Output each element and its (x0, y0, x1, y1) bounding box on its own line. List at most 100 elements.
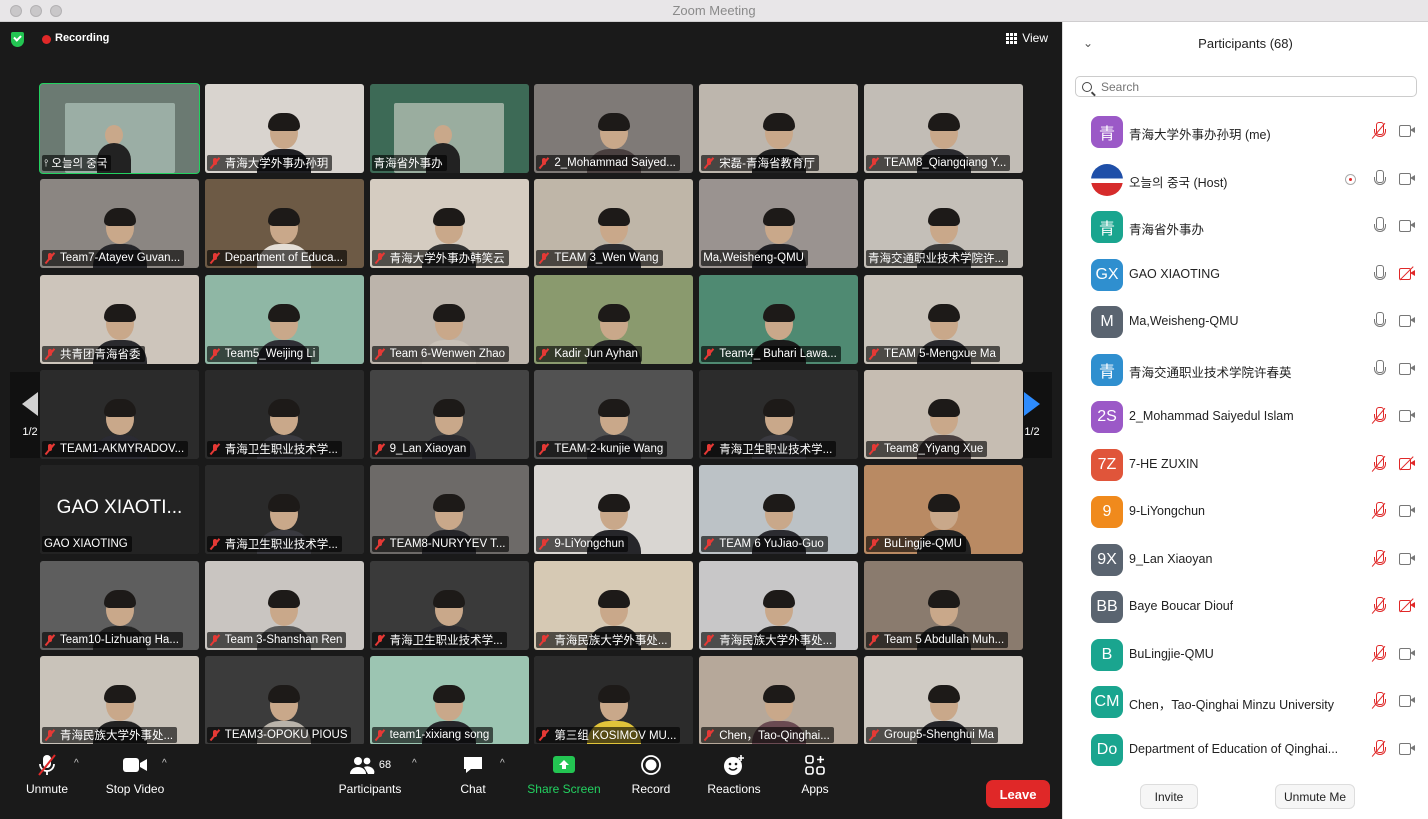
chat-button[interactable]: Chat (452, 754, 494, 796)
unmute-me-button[interactable]: Unmute Me (1275, 784, 1355, 809)
mic-icon[interactable] (1373, 312, 1386, 330)
apps-button[interactable]: Apps (798, 754, 832, 796)
participant-row[interactable]: CM Chen，Tao-Qinghai Minzu University (1063, 678, 1428, 726)
mic-icon[interactable] (1373, 264, 1386, 283)
participant-row[interactable]: Do Department of Education of Qinghai... (1063, 726, 1428, 774)
video-tile[interactable]: TEAM8-NURYYEV T... (369, 465, 529, 555)
participant-row[interactable]: 青青海省外事办 (1063, 203, 1428, 251)
participant-row[interactable]: 青青海大学外事办孙玥 (me) (1063, 108, 1428, 156)
video-tile[interactable]: Kadir Jun Ayhan (534, 274, 694, 364)
video-off-icon[interactable] (1399, 455, 1415, 471)
video-off-icon[interactable] (1399, 265, 1415, 281)
participant-search-input[interactable] (1101, 79, 1401, 94)
mic-muted-icon[interactable] (1371, 739, 1386, 758)
video-tile[interactable]: 共青团青海省委 (40, 274, 199, 364)
mic-muted-icon[interactable] (1371, 502, 1386, 520)
security-shield-icon[interactable] (11, 32, 24, 47)
video-tile[interactable]: 青海卫生职业技术学... (699, 369, 859, 459)
video-camera-icon[interactable] (1399, 505, 1415, 517)
mic-muted-icon[interactable] (1371, 597, 1386, 615)
invite-button[interactable]: Invite (1140, 784, 1198, 809)
video-tile[interactable]: Department of Educa... (204, 179, 364, 269)
mic-muted-icon[interactable] (1371, 692, 1386, 710)
video-tile[interactable]: 青海交通职业技术学院许... (864, 179, 1023, 269)
video-tile[interactable]: GAO XIAOTI... GAO XIAOTING (40, 465, 199, 555)
participant-row[interactable]: 9 9-LiYongchun (1063, 488, 1428, 536)
video-tile[interactable]: 9_Lan Xiaoyan (369, 369, 529, 459)
video-off-icon[interactable] (1399, 598, 1415, 613)
video-camera-icon[interactable] (1399, 220, 1415, 232)
participant-search-box[interactable] (1075, 76, 1417, 97)
video-tile[interactable]: TEAM 5-Mengxue Ma (864, 274, 1023, 364)
participant-row[interactable]: B BuLingjie-QMU (1063, 631, 1428, 679)
unmute-button[interactable]: Unmute (22, 754, 72, 796)
mic-muted-icon[interactable] (1371, 122, 1386, 140)
video-tile[interactable]: Group5-Shenghui Ma (864, 655, 1023, 745)
video-tile[interactable]: TEAM3-OPOKU PIOUS (204, 655, 364, 745)
video-camera-icon[interactable] (1399, 362, 1415, 375)
video-camera-icon[interactable] (1399, 172, 1415, 185)
view-button[interactable]: View (1006, 31, 1048, 45)
video-tile[interactable]: 青海大学外事办孙玥 (204, 84, 364, 173)
video-tile[interactable]: Chen，Tao-Qinghai... (699, 655, 859, 745)
stop-video-button[interactable]: Stop Video (102, 754, 168, 796)
video-camera-icon[interactable] (1399, 410, 1415, 422)
video-camera-icon[interactable] (1399, 695, 1415, 707)
video-tile[interactable]: TEAM8_Qiangqiang Y... (864, 84, 1023, 173)
participant-row[interactable]: GX GAO XIAOTING (1063, 251, 1428, 299)
video-tile[interactable]: Team10-Lizhuang Ha... (40, 560, 199, 650)
video-tile[interactable]: Team5_Weijing Li (204, 274, 364, 364)
participant-row[interactable]: 오늘의 중국 (Host) (1063, 156, 1428, 204)
participants-button[interactable]: 68 Participants (332, 754, 408, 796)
video-tile[interactable]: TEAM1-AKMYRADOV... (40, 369, 199, 459)
video-tile[interactable]: 宋磊-青海省教育厅 (699, 84, 859, 173)
video-tile[interactable]: Team 5 Abdullah Muh... (864, 560, 1023, 650)
video-tile[interactable]: 2_Mohammad Saiyed... (534, 84, 694, 173)
participant-row[interactable]: M Ma,Weisheng-QMU (1063, 298, 1428, 346)
participant-row[interactable]: BB Baye Boucar Diouf (1063, 583, 1428, 631)
video-tile[interactable]: TEAM-2-kunjie Wang (534, 369, 694, 459)
video-camera-icon[interactable] (1399, 647, 1415, 660)
video-tile[interactable]: 青海卫生职业技术学... (204, 465, 364, 555)
mic-muted-icon[interactable] (1371, 549, 1386, 568)
chat-options-chevron-icon[interactable]: ^ (500, 758, 505, 769)
participant-row[interactable]: 9X 9_Lan Xiaoyan (1063, 536, 1428, 584)
video-tile[interactable]: 青海大学外事办韩笑云 (369, 179, 529, 269)
video-tile[interactable]: 青海民族大学外事处... (40, 655, 199, 745)
mic-icon[interactable] (1373, 169, 1386, 188)
participant-row[interactable]: 2S 2_Mohammad Saiyedul Islam (1063, 393, 1428, 441)
video-tile[interactable]: Ma,Weisheng-QMU (699, 179, 859, 269)
video-tile[interactable]: BuLingjie-QMU (864, 465, 1023, 555)
video-tile[interactable]: team1-xixiang song (369, 655, 529, 745)
video-camera-icon[interactable] (1399, 552, 1415, 565)
participants-options-chevron-icon[interactable]: ^ (412, 758, 417, 769)
video-tile[interactable]: 9-LiYongchun (534, 465, 694, 555)
video-tile[interactable]: 青海省外事办 (369, 84, 529, 173)
reactions-button[interactable]: Reactions (704, 754, 764, 796)
video-camera-icon[interactable] (1399, 315, 1415, 327)
mic-icon[interactable] (1373, 217, 1386, 235)
participant-row[interactable]: 7Z 7-HE ZUXIN (1063, 441, 1428, 489)
video-tile[interactable]: TEAM 6 YuJiao-Guo (699, 465, 859, 555)
record-button[interactable]: Record (628, 754, 674, 796)
video-tile[interactable]: 青海民族大学外事处... (699, 560, 859, 650)
participant-row[interactable]: 青青海交通职业技术学院许春英 (1063, 346, 1428, 394)
mic-icon[interactable] (1373, 359, 1386, 378)
share-screen-button[interactable]: Share Screen (524, 754, 604, 796)
video-tile[interactable]: Team 3-Shanshan Ren (204, 560, 364, 650)
mic-muted-icon[interactable] (1371, 407, 1386, 425)
mic-muted-icon[interactable] (1371, 644, 1386, 663)
video-tile[interactable]: Team 6-Wenwen Zhao (369, 274, 529, 364)
video-tile[interactable]: Team7-Atayev Guvan... (40, 179, 199, 269)
video-tile[interactable]: 青海卫生职业技术学... (369, 560, 529, 650)
video-tile[interactable]: 青海民族大学外事处... (534, 560, 694, 650)
video-camera-icon[interactable] (1399, 125, 1415, 137)
video-tile[interactable]: Team4_ Buhari Lawa... (699, 274, 859, 364)
video-options-chevron-icon[interactable]: ^ (162, 758, 167, 769)
video-tile[interactable]: TEAM 3_Wen Wang (534, 179, 694, 269)
mic-muted-icon[interactable] (1371, 454, 1386, 473)
audio-options-chevron-icon[interactable]: ^ (74, 758, 79, 769)
video-camera-icon[interactable] (1399, 742, 1415, 755)
video-tile[interactable]: 第三组 KOSIMOV MU... (534, 655, 694, 745)
video-tile[interactable]: 青海卫生职业技术学... (204, 369, 364, 459)
